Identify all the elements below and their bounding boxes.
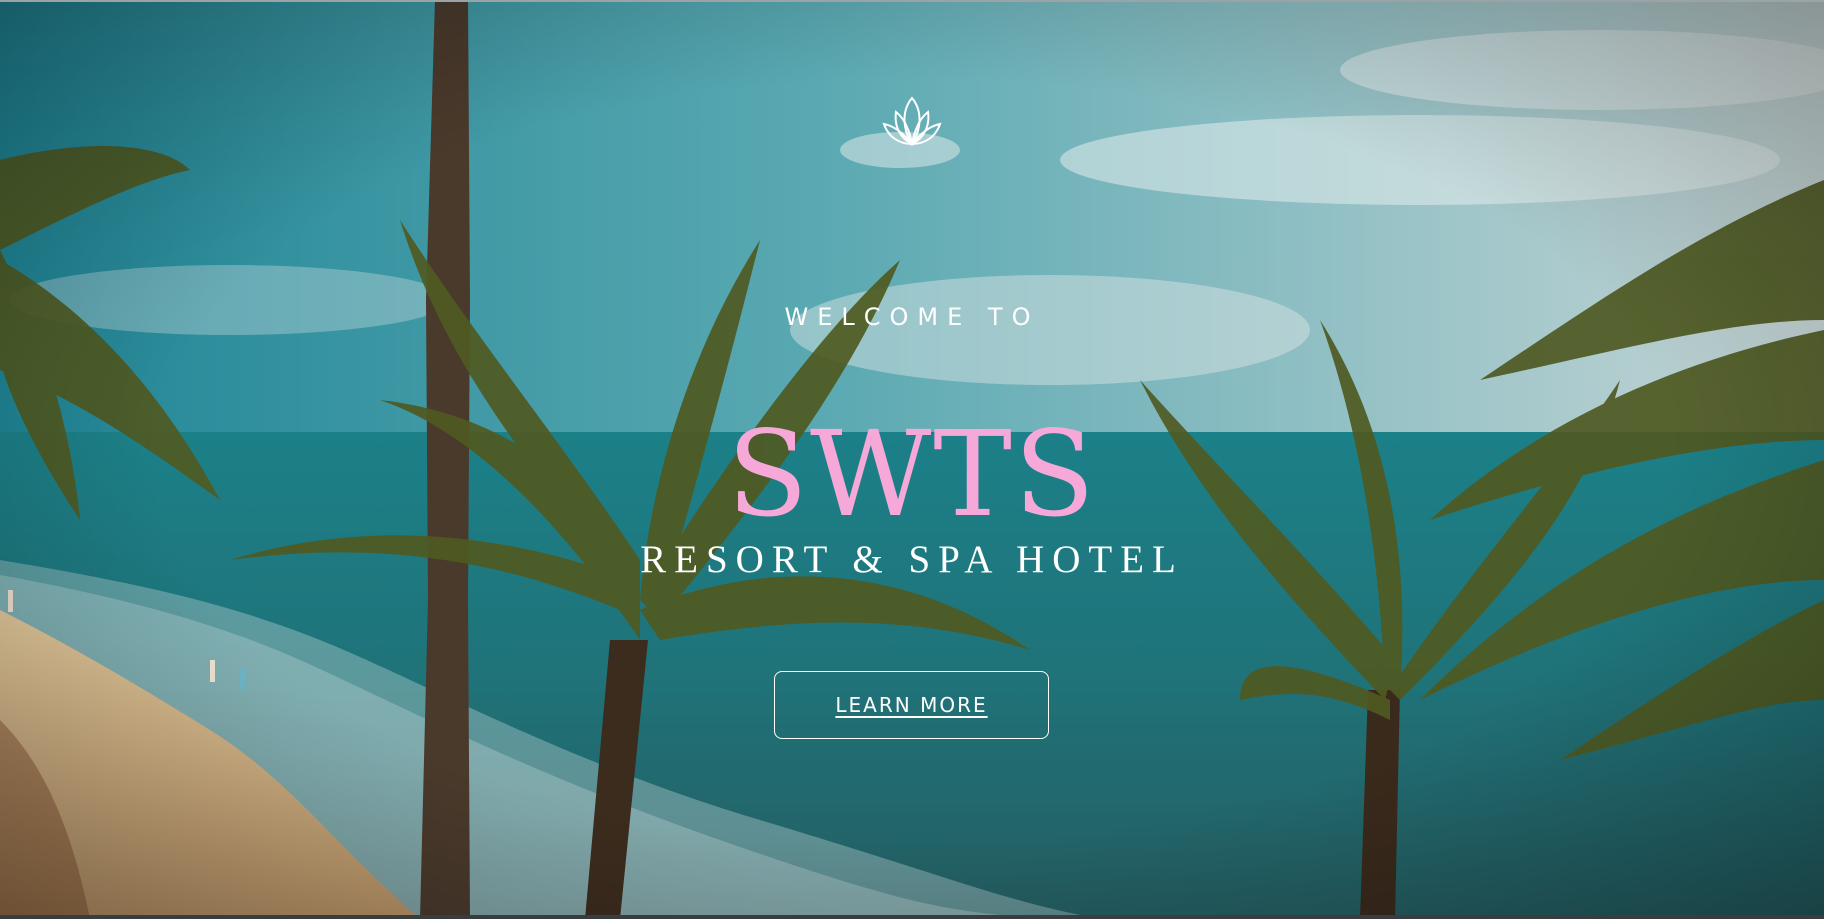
welcome-text: WELCOME TO <box>784 303 1040 331</box>
lotus-icon <box>882 96 942 146</box>
brand-subtitle: RESORT & SPA HOTEL <box>640 538 1184 581</box>
top-border <box>0 0 1824 2</box>
hero-section: WELCOME TO SWTS RESORT & SPA HOTEL LEARN… <box>0 0 1824 919</box>
learn-more-button[interactable]: LEARN MORE <box>774 671 1049 739</box>
brand-title: SWTS <box>727 405 1097 543</box>
bottom-border <box>0 915 1824 919</box>
